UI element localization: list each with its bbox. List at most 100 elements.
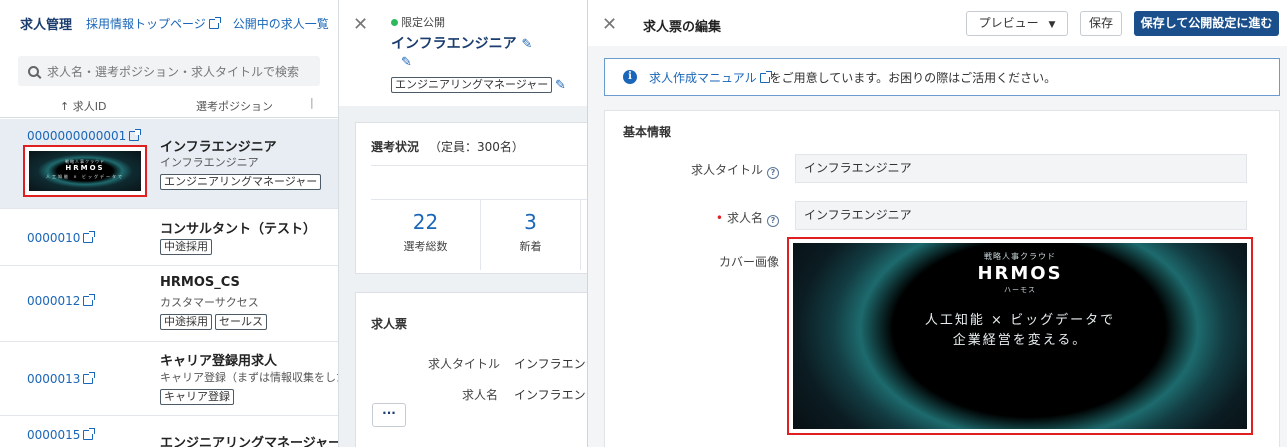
field-label: 求人名 [462,388,499,402]
job-id-link[interactable]: 0000012 [27,294,96,308]
job-sub: カスタマーサクセス [160,296,259,309]
job-sub: インフラエンジニア [160,156,259,169]
job-name: HRMOS_CS [160,275,240,290]
tag-badge: エンジニアリングマネージャー [160,174,322,190]
job-posting-card: 求人票 求人タイトル インフラエンジ 求人名 インフラエンジ ··· [355,292,588,447]
field-label-cover: カバー画像 [718,255,779,269]
edit-pencil-icon[interactable]: ✎ [521,37,532,52]
title-input[interactable]: インフラエンジニア [795,154,1247,183]
column-resize-handle[interactable]: | [310,96,314,109]
caret-down-icon: ▼ [1048,20,1056,30]
position-tag: エンジニアリングマネージャー [391,77,553,93]
nav-public-list-link[interactable]: 公開中の求人一覧 [233,15,329,32]
job-name: コンサルタント（テスト） [160,222,317,237]
stat-total[interactable]: 22 選考総数 [371,200,481,270]
stat-total-label: 選考総数 [403,240,448,253]
preview-button[interactable]: プレビュー ▼ [966,11,1068,36]
external-link-icon [208,16,221,29]
cover-image-field[interactable]: 戦略人事クラウド HRMOS ハーモス 人工知能 × ビッグデータで 企業経営を… [787,237,1253,435]
field-label-name: • 求人名? [716,209,779,227]
selection-status-card: 選考状況 （定員：300名） 22 選考総数 3 新着 [355,122,588,274]
name-input[interactable]: インフラエンジニア [795,201,1247,230]
stat-total-value: 22 [412,210,439,234]
field-label: 求人タイトル [428,357,501,371]
cover-copy-line1: 人工知能 × ビッグデータで [924,313,1116,328]
column-header-id[interactable]: ↑ 求人ID [60,98,106,114]
external-link-icon [83,294,96,306]
tag-badge: セールス [215,314,267,330]
cover-thumbnail-image: 戦略人事クラウド HRMOS 人工知能 × ビッグデータで [29,151,141,191]
cover-copy-line2: 企業経営を変える。 [952,333,1088,348]
table-row[interactable]: 0000010 コンサルタント（テスト） 中途採用 [0,209,339,266]
help-icon[interactable]: ? [767,215,779,227]
tag-badge: キャリア登録 [160,389,234,405]
field-label-title: 求人タイトル? [691,161,779,179]
cover-logo: HRMOS [977,263,1063,284]
search-icon [28,65,39,77]
external-link-icon [83,372,96,384]
table-row[interactable]: 0000015 エンジニアリングマネージャー [0,416,340,447]
job-sub: キャリア登録（まずは情報収集をしたい [160,371,340,384]
cover-thumbnail: 戦略人事クラウド HRMOS 人工知能 × ビッグデータで [23,145,147,197]
thumb-logo: HRMOS [65,164,105,172]
stat-new-value: 3 [524,210,537,234]
cover-logo-sub: ハーモス [1004,286,1036,294]
cover-image: 戦略人事クラウド HRMOS ハーモス 人工知能 × ビッグデータで 企業経営を… [793,243,1247,429]
divider [371,165,588,166]
field-value: インフラエンジ [514,388,588,402]
help-icon[interactable]: ? [767,167,779,179]
more-button[interactable]: ··· [372,403,406,427]
publish-status: 限定公開 [391,14,445,30]
job-id-link[interactable]: 0000015 [27,428,96,442]
search-input[interactable]: 求人名・選考ポジション・求人タイトルで検索 [18,56,320,86]
nav-top-page-link[interactable]: 採用情報トップページ [86,15,221,32]
stat-new-label: 新着 [519,240,542,253]
table-row[interactable]: 0000013 キャリア登録用求人 キャリア登録（まずは情報収集をしたい キャリ… [0,342,340,416]
selection-status-heading: 選考状況 （定員：300名） [371,140,524,154]
job-id-link[interactable]: 0000000000001 [27,129,142,143]
job-id-link[interactable]: 0000010 [27,231,96,245]
info-icon: i [623,70,637,84]
edit-panel-title: 求人票の編集 [643,20,722,35]
external-link-icon [83,428,96,440]
close-icon[interactable]: ✕ [353,14,368,35]
external-link-icon [759,70,772,83]
table-row[interactable]: 0000000000001 戦略人事クラウド HRMOS 人工知能 × ビッグデ… [0,119,339,209]
banner-text: をご用意しています。お困りの際はご活用ください。 [769,70,1057,85]
left-header: 求人管理 採用情報トップページ 公開中の求人一覧 [0,0,339,46]
tag-badge: 中途採用 [160,314,212,330]
job-detail-header: ✕ 限定公開 インフラエンジニア ✎ ✎ エンジニアリングマネージャー ✎ [339,0,588,106]
info-banner: i 求人作成マニュアル をご用意しています。お困りの際はご活用ください。 [604,58,1280,96]
edit-form-body: i 求人作成マニュアル をご用意しています。お困りの際はご活用ください。 基本情… [588,46,1287,447]
save-and-publish-button[interactable]: 保存して公開設定に進む [1134,11,1279,36]
job-name: キャリア登録用求人 [160,354,278,369]
tag-badge: 中途採用 [160,239,212,255]
stat-new[interactable]: 3 新着 [481,200,581,270]
job-list-panel: 求人管理 採用情報トップページ 公開中の求人一覧 求人名・選考ポジション・求人タ… [0,0,340,447]
job-detail-title: インフラエンジニア ✎ [391,36,533,52]
edit-pencil-icon[interactable]: ✎ [555,78,566,93]
save-button[interactable]: 保存 [1080,11,1122,36]
cover-small-text: 戦略人事クラウド [984,252,1056,261]
job-id-link[interactable]: 0000013 [27,372,96,386]
job-posting-heading: 求人票 [371,317,408,331]
required-mark: • [715,211,723,225]
job-name: エンジニアリングマネージャー [160,436,340,447]
page-title: 求人管理 [20,17,73,33]
column-header-position[interactable]: 選考ポジション [196,98,273,114]
column-headers: ↑ 求人ID 選考ポジション | [0,94,339,118]
job-name: インフラエンジニア [160,140,277,155]
basic-info-section: 基本情報 求人タイトル? インフラエンジニア • 求人名? インフラエンジニア カ… [604,110,1280,447]
edit-pencil-icon[interactable]: ✎ [401,55,412,70]
thumb-copy: 人工知能 × ビッグデータで [46,174,124,179]
job-detail-panel: ✕ 限定公開 インフラエンジニア ✎ ✎ エンジニアリングマネージャー ✎ 選考… [338,0,588,447]
manual-link[interactable]: 求人作成マニュアル [649,69,772,86]
section-heading: 基本情報 [623,125,672,139]
external-link-icon [129,129,142,141]
close-icon[interactable]: ✕ [602,14,617,35]
external-link-icon [83,231,96,243]
search-placeholder: 求人名・選考ポジション・求人タイトルで検索 [47,64,300,79]
status-dot-icon [391,19,398,26]
table-row[interactable]: 0000012 HRMOS_CS カスタマーサクセス 中途採用 セールス [0,266,339,342]
field-value: インフラエンジ [514,357,588,371]
